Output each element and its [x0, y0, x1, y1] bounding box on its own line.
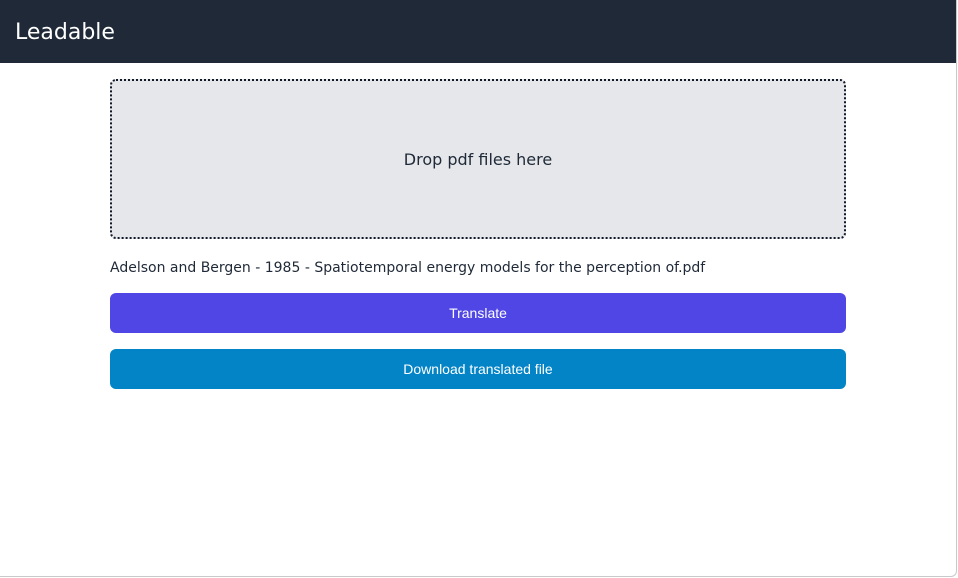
download-translated-file-button[interactable]: Download translated file: [110, 349, 846, 389]
app-title: Leadable: [15, 19, 115, 45]
pdf-dropzone[interactable]: Drop pdf files here: [110, 79, 846, 239]
dropzone-label: Drop pdf files here: [403, 149, 553, 169]
navbar: Leadable: [0, 0, 956, 63]
app-window: Leadable Drop pdf files here Adelson and…: [0, 0, 957, 577]
selected-file-name: Adelson and Bergen - 1985 - Spatiotempor…: [110, 260, 706, 276]
translate-button[interactable]: Translate: [110, 293, 846, 333]
main-content: Drop pdf files here Adelson and Bergen -…: [110, 79, 846, 389]
